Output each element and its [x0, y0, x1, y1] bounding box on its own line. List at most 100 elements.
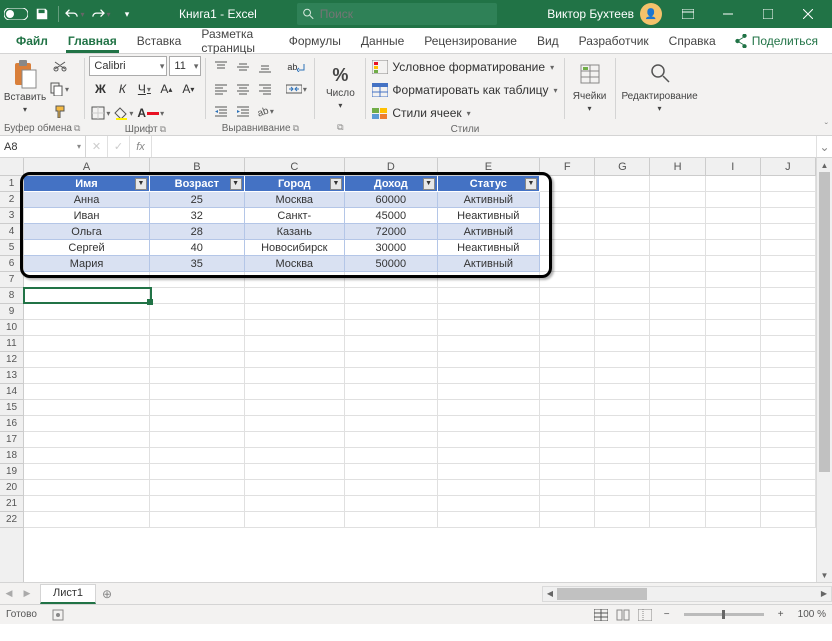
cell-B7[interactable] [150, 272, 245, 288]
row-header-11[interactable]: 11 [0, 336, 23, 352]
cell-C14[interactable] [245, 384, 345, 400]
cell-I9[interactable] [706, 304, 761, 320]
cell-D22[interactable] [345, 512, 438, 528]
cell-I10[interactable] [706, 320, 761, 336]
cell-F12[interactable] [540, 352, 595, 368]
cell-E6[interactable]: Активный [438, 256, 540, 272]
cell-A10[interactable] [24, 320, 150, 336]
row-header-10[interactable]: 10 [0, 320, 23, 336]
cell-D2[interactable]: 60000 [345, 192, 438, 208]
cell-I1[interactable] [706, 176, 761, 192]
cell-E7[interactable] [438, 272, 540, 288]
cell-H10[interactable] [650, 320, 705, 336]
row-header-21[interactable]: 21 [0, 496, 23, 512]
tab-главная[interactable]: Главная [58, 28, 127, 53]
undo-button[interactable] [63, 2, 87, 26]
cell-I15[interactable] [706, 400, 761, 416]
cell-C22[interactable] [245, 512, 345, 528]
cell-G10[interactable] [595, 320, 650, 336]
cell-H1[interactable] [650, 176, 705, 192]
cell-F21[interactable] [540, 496, 595, 512]
editing-button[interactable]: Редактирование ▾ [620, 56, 700, 118]
col-header-F[interactable]: F [540, 158, 595, 175]
page-break-view[interactable] [634, 607, 656, 623]
underline-button[interactable]: Ч [133, 78, 155, 100]
cell-E1[interactable]: Статус▼ [438, 176, 540, 192]
cell-I16[interactable] [706, 416, 761, 432]
cell-C2[interactable]: Москва [245, 192, 345, 208]
tab-file[interactable]: Файл [6, 28, 58, 53]
cell-I7[interactable] [706, 272, 761, 288]
cell-D4[interactable]: 72000 [345, 224, 438, 240]
cell-E12[interactable] [438, 352, 540, 368]
cell-A22[interactable] [24, 512, 150, 528]
cell-A3[interactable]: Иван [24, 208, 150, 224]
cell-C10[interactable] [245, 320, 345, 336]
col-header-H[interactable]: H [650, 158, 705, 175]
insert-function[interactable]: fx [130, 136, 152, 157]
account-button[interactable]: Виктор Бухтеев 👤 [547, 3, 662, 25]
cell-F8[interactable] [540, 288, 595, 304]
col-header-B[interactable]: B [150, 158, 245, 175]
cell-F3[interactable] [540, 208, 595, 224]
cell-I21[interactable] [706, 496, 761, 512]
row-header-20[interactable]: 20 [0, 480, 23, 496]
worksheet-grid[interactable]: ABCDEFGHIJ 12345678910111213141516171819… [0, 158, 832, 582]
cell-B21[interactable] [150, 496, 245, 512]
cell-A12[interactable] [24, 352, 150, 368]
cell-G14[interactable] [595, 384, 650, 400]
col-header-J[interactable]: J [761, 158, 816, 175]
cell-B9[interactable] [150, 304, 245, 320]
redo-button[interactable] [89, 2, 113, 26]
cell-F15[interactable] [540, 400, 595, 416]
cell-B14[interactable] [150, 384, 245, 400]
col-header-C[interactable]: C [245, 158, 345, 175]
cell-B19[interactable] [150, 464, 245, 480]
cell-D10[interactable] [345, 320, 438, 336]
cell-H16[interactable] [650, 416, 705, 432]
copy-button[interactable] [48, 78, 71, 100]
cell-H20[interactable] [650, 480, 705, 496]
cell-H12[interactable] [650, 352, 705, 368]
cell-B16[interactable] [150, 416, 245, 432]
cell-H4[interactable] [650, 224, 705, 240]
cell-D18[interactable] [345, 448, 438, 464]
cell-J18[interactable] [761, 448, 816, 464]
cell-E20[interactable] [438, 480, 540, 496]
row-header-8[interactable]: 8 [0, 288, 23, 304]
share-button[interactable]: Поделиться [726, 28, 826, 53]
cell-A5[interactable]: Сергей [24, 240, 150, 256]
row-header-12[interactable]: 12 [0, 352, 23, 368]
cell-F2[interactable] [540, 192, 595, 208]
cell-C6[interactable]: Москва [245, 256, 345, 272]
align-middle[interactable] [232, 56, 254, 78]
cell-J9[interactable] [761, 304, 816, 320]
cell-G11[interactable] [595, 336, 650, 352]
clipboard-launcher[interactable]: ⧉ [74, 123, 80, 134]
cell-H5[interactable] [650, 240, 705, 256]
cell-B1[interactable]: Возраст▼ [150, 176, 245, 192]
cell-F7[interactable] [540, 272, 595, 288]
cell-J22[interactable] [761, 512, 816, 528]
cell-A7[interactable] [24, 272, 150, 288]
cell-F9[interactable] [540, 304, 595, 320]
cell-E10[interactable] [438, 320, 540, 336]
cell-E21[interactable] [438, 496, 540, 512]
font-color-button[interactable]: A [135, 102, 166, 124]
cell-G12[interactable] [595, 352, 650, 368]
cell-F22[interactable] [540, 512, 595, 528]
maximize-button[interactable] [748, 0, 788, 28]
cell-A2[interactable]: Анна [24, 192, 150, 208]
row-header-3[interactable]: 3 [0, 208, 23, 224]
minimize-button[interactable] [708, 0, 748, 28]
row-header-9[interactable]: 9 [0, 304, 23, 320]
row-header-2[interactable]: 2 [0, 192, 23, 208]
align-top[interactable] [210, 56, 232, 78]
cell-D8[interactable] [345, 288, 438, 304]
cell-J6[interactable] [761, 256, 816, 272]
format-painter-button[interactable] [48, 100, 71, 122]
cell-D9[interactable] [345, 304, 438, 320]
cell-C20[interactable] [245, 480, 345, 496]
align-right[interactable] [254, 78, 276, 100]
cell-J3[interactable] [761, 208, 816, 224]
